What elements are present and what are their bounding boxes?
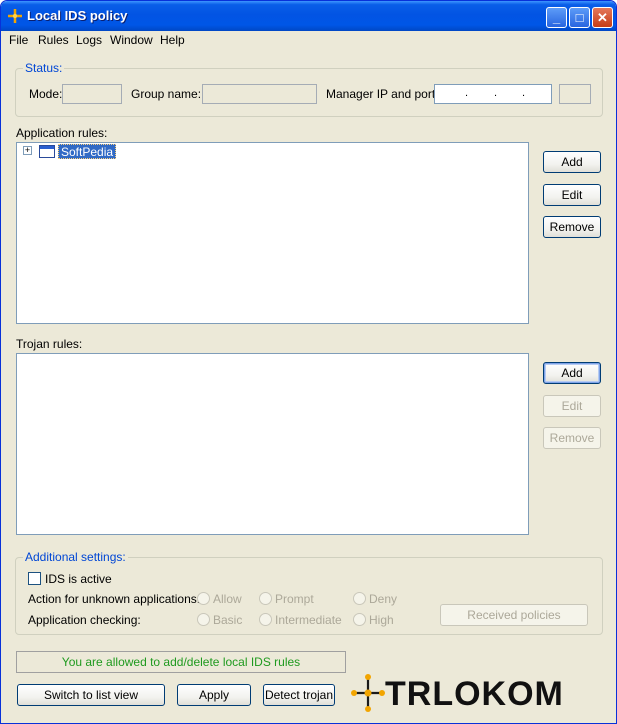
application-rules-label: Application rules: (16, 126, 108, 140)
window-app-icon (39, 145, 55, 158)
menu-help[interactable]: Help (160, 33, 185, 47)
manager-port-field[interactable] (559, 84, 591, 104)
status-message: You are allowed to add/delete local IDS … (16, 651, 346, 673)
app-remove-button[interactable]: Remove (543, 216, 601, 238)
prompt-radio[interactable] (259, 592, 272, 605)
mode-field (62, 84, 122, 104)
menu-bar: File Rules Logs Window Help (1, 31, 616, 50)
ids-active-checkbox[interactable] (28, 572, 41, 585)
menu-logs[interactable]: Logs (76, 33, 102, 47)
trojan-rules-list[interactable] (16, 353, 529, 535)
high-radio[interactable] (353, 613, 366, 626)
trojan-edit-button[interactable]: Edit (543, 395, 601, 417)
unknown-apps-label: Action for unknown applications: (28, 592, 201, 606)
allow-radio[interactable] (197, 592, 210, 605)
app-cross-icon (8, 9, 22, 23)
deny-radio-label: Deny (369, 592, 398, 606)
intermediate-radio-label: Intermediate (275, 613, 342, 627)
window-title: Local IDS policy (27, 8, 128, 23)
app-checking-label: Application checking: (28, 613, 141, 627)
close-button[interactable]: ✕ (592, 7, 613, 28)
menu-rules[interactable]: Rules (38, 33, 69, 47)
additional-settings-label: Additional settings: (23, 550, 128, 564)
deny-radio[interactable] (353, 592, 366, 605)
main-window: Local IDS policy _ □ ✕ File Rules Logs W… (0, 0, 617, 724)
group-name-field (202, 84, 317, 104)
menu-file[interactable]: File (9, 33, 28, 47)
tree-item-softpedia[interactable]: SoftPedia (58, 144, 117, 159)
app-edit-button[interactable]: Edit (543, 184, 601, 206)
menu-window[interactable]: Window (110, 33, 153, 47)
prompt-radio-label: Prompt (275, 592, 314, 606)
maximize-button[interactable]: □ (569, 7, 590, 28)
minimize-button[interactable]: _ (546, 7, 567, 28)
allow-radio-label: Allow (213, 592, 242, 606)
tree-expand-icon[interactable]: + (23, 146, 32, 155)
group-name-label: Group name: (131, 87, 202, 101)
switch-to-list-view-button[interactable]: Switch to list view (17, 684, 165, 706)
ids-active-label: IDS is active (45, 572, 112, 586)
app-add-button[interactable]: Add (543, 151, 601, 173)
basic-radio[interactable] (197, 613, 210, 626)
trlokom-logo-text: TRLOKOM (385, 675, 564, 713)
received-policies-button[interactable]: Received policies (440, 604, 588, 626)
manager-ip-label: Manager IP and port: (326, 87, 439, 101)
high-radio-label: High (369, 613, 394, 627)
ip-dot: . (494, 87, 498, 99)
application-rules-tree[interactable] (16, 142, 529, 324)
title-bar[interactable]: Local IDS policy _ □ ✕ (1, 1, 616, 31)
trojan-rules-label: Trojan rules: (16, 337, 83, 351)
manager-ip-input[interactable]: . . . (434, 84, 552, 104)
trlokom-logo-icon (351, 674, 385, 712)
mode-label: Mode: (29, 87, 63, 101)
basic-radio-label: Basic (213, 613, 243, 627)
apply-button[interactable]: Apply (177, 684, 251, 706)
intermediate-radio[interactable] (259, 613, 272, 626)
detect-trojan-button[interactable]: Detect trojan (263, 684, 335, 706)
ip-dot: . (522, 87, 526, 99)
trojan-remove-button[interactable]: Remove (543, 427, 601, 449)
ip-dot: . (465, 87, 469, 99)
trojan-add-button[interactable]: Add (543, 362, 601, 384)
status-group-label: Status: (23, 61, 65, 75)
